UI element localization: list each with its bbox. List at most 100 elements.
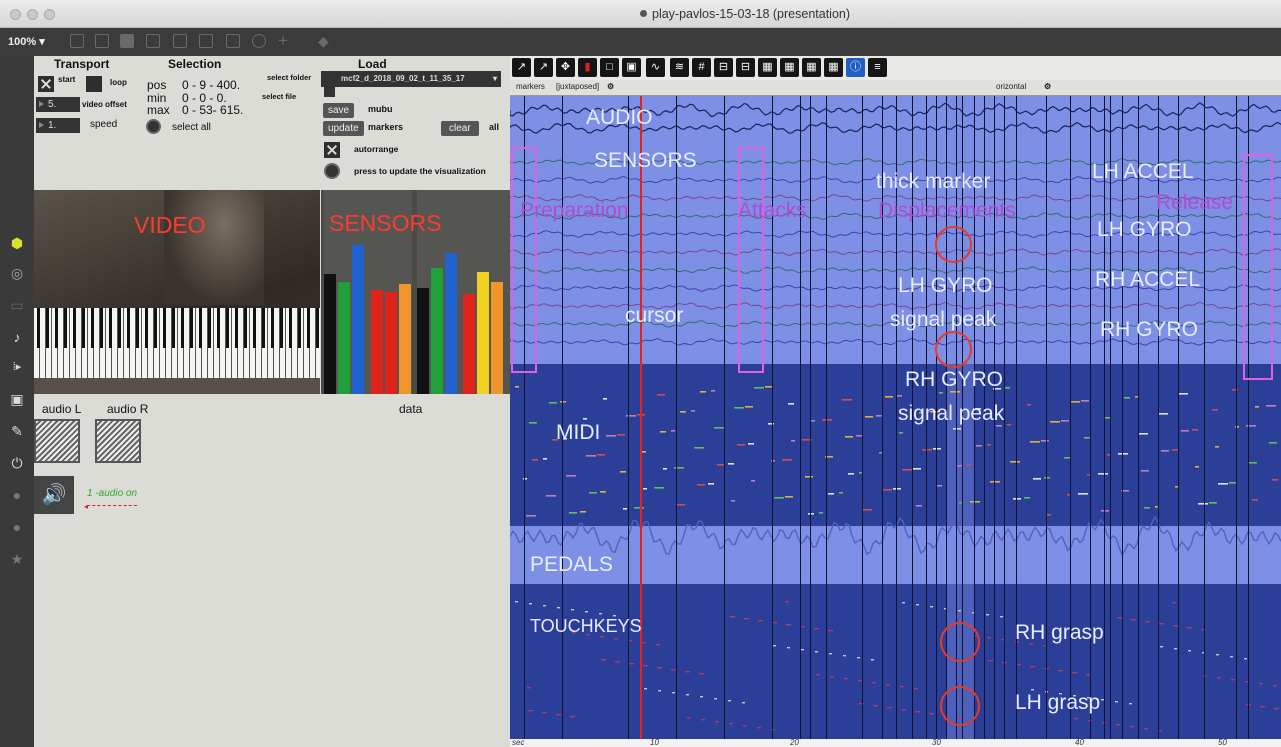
speaker-icon[interactable]: 🔊 bbox=[34, 476, 74, 514]
cube-icon[interactable]: ⬢ bbox=[8, 234, 26, 252]
paint-bucket-icon[interactable]: ◆ bbox=[318, 33, 329, 50]
displacements-label: Displacements bbox=[878, 199, 1016, 222]
graph-icon[interactable]: ▦ bbox=[824, 58, 843, 77]
segment-marker[interactable] bbox=[724, 96, 725, 739]
lh-accel-label: LH ACCEL bbox=[1092, 160, 1194, 183]
touchkey-event bbox=[643, 665, 648, 667]
tab-juxtaposed[interactable]: [juxtaposed] bbox=[556, 82, 599, 91]
segment-marker[interactable] bbox=[826, 96, 827, 739]
audio-r-meter[interactable] bbox=[95, 419, 141, 463]
target-icon[interactable]: ◎ bbox=[8, 264, 26, 282]
save-button[interactable]: save bbox=[323, 103, 355, 118]
add-icon[interactable]: + bbox=[278, 31, 288, 51]
clear-button[interactable]: clear bbox=[441, 121, 479, 136]
touchkey-event bbox=[744, 618, 749, 620]
close-window-button[interactable] bbox=[10, 9, 21, 20]
plug-icon[interactable]: ⏻ bbox=[8, 454, 26, 472]
waveform-icon[interactable]: ∿ bbox=[646, 58, 665, 77]
all-label: all bbox=[489, 122, 500, 132]
segment-marker[interactable] bbox=[772, 96, 773, 739]
grid-icon[interactable]: # bbox=[692, 58, 711, 77]
pointer-icon[interactable]: ↗ bbox=[512, 58, 531, 77]
segment-marker[interactable] bbox=[800, 96, 801, 739]
midi-note bbox=[1007, 424, 1011, 426]
zoom-selector[interactable]: 100% ▾ bbox=[8, 35, 45, 48]
music-note-icon[interactable]: ♪ bbox=[8, 328, 26, 346]
segment-marker[interactable] bbox=[628, 96, 629, 739]
paperclip-icon[interactable]: ✎ bbox=[8, 422, 26, 440]
markers-icon[interactable]: ⊟ bbox=[714, 58, 733, 77]
cursor-label: cursor bbox=[625, 304, 684, 327]
cursor-tool-icon[interactable]: ▮ bbox=[578, 58, 597, 77]
segment-marker[interactable] bbox=[676, 96, 677, 739]
segment-marker[interactable] bbox=[1104, 96, 1105, 739]
scatter-icon[interactable]: ▦ bbox=[802, 58, 821, 77]
segments-icon[interactable]: ⊟ bbox=[736, 58, 755, 77]
tab-settings-icon[interactable]: ⚙ bbox=[607, 82, 614, 91]
step-icon[interactable]: ⁞▸ bbox=[8, 358, 26, 376]
lock-icon[interactable]: ▣ bbox=[622, 58, 641, 77]
start-toggle[interactable] bbox=[38, 76, 54, 92]
midi-note bbox=[597, 454, 605, 456]
midi-note bbox=[1124, 397, 1130, 399]
pos-value[interactable]: 0 - 9 - 400. bbox=[182, 78, 240, 92]
object-icon[interactable] bbox=[95, 34, 109, 48]
matrix-icon[interactable]: ▦ bbox=[758, 58, 777, 77]
midi-note bbox=[663, 468, 667, 470]
move-icon[interactable]: ✥ bbox=[556, 58, 575, 77]
max-value[interactable]: 0 - 53- 615. bbox=[182, 103, 243, 117]
speed-number[interactable]: 1. bbox=[36, 118, 80, 133]
loop-toggle[interactable] bbox=[86, 76, 102, 92]
audio-l-meter[interactable] bbox=[34, 419, 80, 463]
midi-note bbox=[620, 471, 626, 473]
zoom-window-button[interactable] bbox=[44, 9, 55, 20]
midi-note bbox=[1266, 405, 1276, 407]
playback-cursor[interactable] bbox=[640, 96, 642, 739]
select-all-button[interactable] bbox=[146, 119, 161, 134]
button-icon[interactable] bbox=[173, 34, 187, 48]
minimize-window-button[interactable] bbox=[27, 9, 38, 20]
message-icon[interactable] bbox=[120, 34, 134, 48]
curves-icon[interactable]: ≋ bbox=[670, 58, 689, 77]
image-icon[interactable]: ▣ bbox=[8, 390, 26, 408]
segment-marker[interactable] bbox=[1138, 96, 1139, 739]
frame-icon[interactable]: □ bbox=[600, 58, 619, 77]
midi-note bbox=[660, 431, 666, 433]
midi-note bbox=[933, 448, 941, 450]
dial-icon[interactable] bbox=[252, 34, 266, 48]
select-file-button[interactable] bbox=[324, 86, 335, 97]
midi-note bbox=[714, 427, 724, 429]
toggle-icon[interactable] bbox=[146, 34, 160, 48]
update-button[interactable]: update bbox=[323, 121, 364, 136]
segment-marker[interactable] bbox=[862, 96, 863, 739]
tracks-area[interactable]: AUDIO SENSORS MIDI PEDALS TOUCHKEYS curs… bbox=[510, 96, 1281, 739]
pencil-icon[interactable]: ↗ bbox=[534, 58, 553, 77]
bars-icon[interactable]: ▦ bbox=[780, 58, 799, 77]
star-icon[interactable]: ★ bbox=[8, 550, 26, 568]
file-menu[interactable]: mcf2_d_2018_09_02_t_11_35_17 ▾ bbox=[321, 71, 501, 87]
midi-note bbox=[569, 512, 577, 514]
segment-marker[interactable] bbox=[1110, 96, 1111, 739]
segment-marker[interactable] bbox=[1122, 96, 1123, 739]
segment-marker[interactable] bbox=[562, 96, 563, 739]
patcher-icon[interactable] bbox=[70, 34, 84, 48]
autorrange-toggle[interactable] bbox=[324, 142, 340, 158]
dollar-icon[interactable]: ● bbox=[8, 518, 26, 536]
tab-horizontal[interactable]: orizontal bbox=[996, 82, 1026, 91]
pin-icon[interactable]: ● bbox=[8, 486, 26, 504]
midi-note bbox=[694, 447, 704, 449]
comment-icon[interactable] bbox=[226, 34, 240, 48]
info-icon[interactable]: ⓘ bbox=[846, 58, 865, 77]
thick-marker-label: thick marker bbox=[876, 170, 991, 193]
segment-marker[interactable] bbox=[810, 96, 811, 739]
monitor-icon[interactable]: ▭ bbox=[8, 296, 26, 314]
segment-marker[interactable] bbox=[1236, 96, 1237, 739]
midi-note bbox=[580, 511, 586, 513]
list-icon[interactable]: ≡ bbox=[868, 58, 887, 77]
horizontal-settings-icon[interactable]: ⚙ bbox=[1044, 82, 1051, 91]
video-offset-number[interactable]: 5. bbox=[36, 97, 80, 112]
tab-markers[interactable]: markers bbox=[516, 82, 545, 91]
number-icon[interactable] bbox=[199, 34, 213, 48]
midi-note bbox=[623, 508, 627, 510]
update-visualization-button[interactable] bbox=[324, 163, 340, 179]
